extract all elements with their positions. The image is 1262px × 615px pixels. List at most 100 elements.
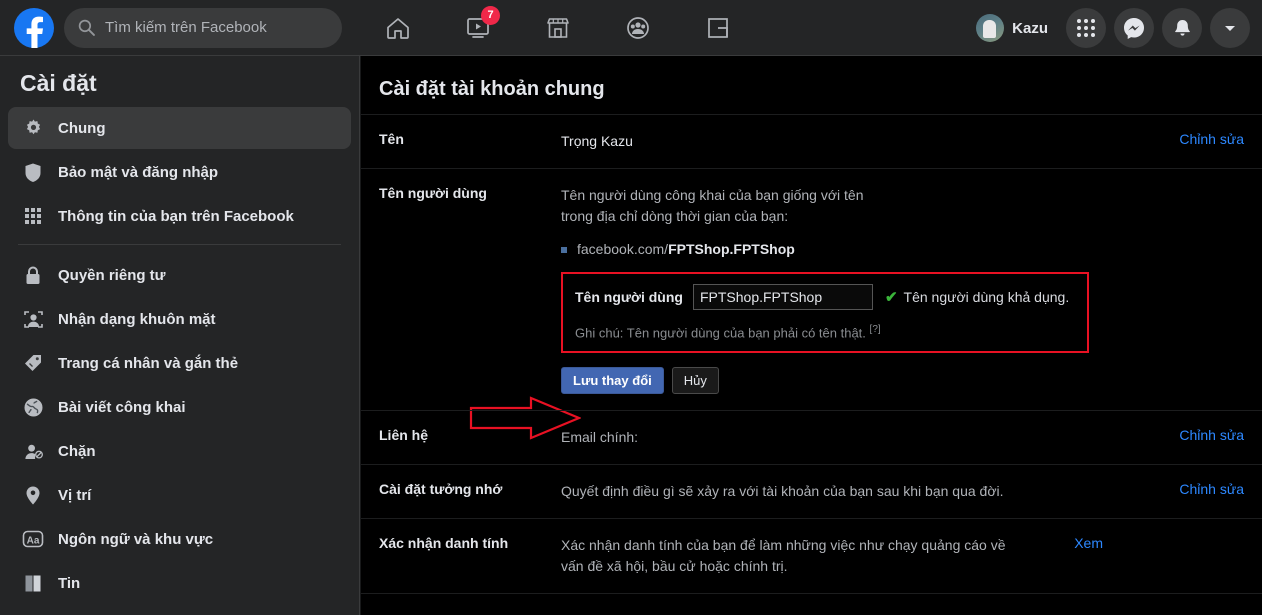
page-title: Cài đặt tài khoản chung — [379, 78, 605, 100]
settings-row-contact[interactable]: Liên hệ Email chính: Chỉnh sửa — [361, 410, 1262, 464]
sidebar-item-chung[interactable]: Chung — [8, 107, 351, 149]
edit-memorial-link[interactable]: Chỉnh sửa — [1179, 481, 1244, 497]
settings-row-name[interactable]: Tên Trọng Kazu Chỉnh sửa — [361, 114, 1262, 168]
gear-icon — [16, 114, 50, 142]
avatar — [976, 14, 1005, 42]
sidebar-label: Nhận dạng khuôn mặt — [58, 310, 216, 328]
nav-marketplace[interactable] — [518, 4, 598, 52]
bell-icon — [1174, 19, 1190, 36]
green-check-icon: ✔ — [884, 288, 898, 306]
sidebar-label: Vị trí — [58, 486, 92, 504]
account-menu-button[interactable] — [1210, 8, 1250, 48]
sidebar-label: Thông tin của bạn trên Facebook — [58, 207, 294, 225]
username-availability-text: Tên người dùng khả dụng. — [903, 288, 1070, 305]
nav-home[interactable] — [358, 4, 438, 52]
main-nav-icons: 7 — [358, 4, 758, 52]
globe-icon — [16, 393, 50, 421]
nav-gaming[interactable] — [678, 4, 758, 52]
sidebar-title: Cài đặt — [20, 70, 97, 96]
svg-text:Aa: Aa — [27, 535, 40, 546]
general-account-settings-panel: Cài đặt tài khoản chung Tên Trọng Kazu C… — [361, 56, 1262, 615]
username-note-text: Ghi chú: Tên người dùng của bạn phải có … — [575, 325, 866, 341]
settings-row-bottom-edge — [361, 593, 1262, 595]
settings-row-identity[interactable]: Xác nhận danh tính Xác nhận danh tính củ… — [361, 518, 1262, 593]
sidebar-item-chan[interactable]: Chặn — [8, 430, 351, 472]
messenger-icon — [1124, 18, 1144, 39]
username-note: Ghi chú: Tên người dùng của bạn phải có … — [575, 319, 1075, 343]
groups-people-icon — [627, 16, 649, 39]
settings-row-memorial[interactable]: Cài đặt tưởng nhớ Quyết định điều gì sẽ … — [361, 464, 1262, 518]
row-label: Tên — [379, 131, 404, 147]
watch-badge-count: 7 — [481, 5, 500, 25]
block-user-icon — [16, 437, 50, 465]
save-changes-button[interactable]: Lưu thay đổi — [561, 367, 664, 395]
shield-icon — [16, 158, 50, 186]
sidebar-item-tin[interactable]: Tin — [8, 562, 351, 604]
sidebar-label: Ngôn ngữ và khu vực — [58, 530, 214, 548]
username-field-label: Tên người dùng — [575, 288, 683, 305]
chevron-down-icon — [1225, 26, 1235, 31]
nav-watch[interactable]: 7 — [438, 4, 518, 52]
row-label: Liên hệ — [379, 427, 429, 444]
row-label: Cài đặt tưởng nhớ — [379, 481, 503, 498]
help-link[interactable]: [?] — [870, 324, 881, 335]
sidebar-label: Trang cá nhân và gắn thẻ — [58, 354, 239, 372]
view-identity-link[interactable]: Xem — [1074, 535, 1103, 551]
cancel-button[interactable]: Hủy — [671, 367, 719, 395]
sidebar-item-ngon-ngu[interactable]: Aa Ngôn ngữ và khu vực — [8, 518, 351, 560]
apps-grid-icon — [1077, 19, 1095, 37]
sidebar-item-vi-tri[interactable]: Vị trí — [8, 474, 351, 516]
username-edit-box: Tên người dùng ✔ Tên người dùng khả dụng… — [561, 272, 1089, 354]
search-placeholder: Tìm kiếm trên Facebook — [105, 19, 267, 36]
tag-icon — [16, 349, 50, 377]
edit-name-link[interactable]: Chỉnh sửa — [1179, 131, 1244, 147]
profile-name: Kazu — [1012, 19, 1048, 37]
sidebar-item-bai-viet-cong-khai[interactable]: Bài viết công khai — [8, 386, 351, 428]
row-value: Email chính: — [561, 429, 639, 446]
grid-dots-icon — [16, 202, 50, 230]
apps-grid-button[interactable] — [1066, 8, 1106, 48]
home-icon — [387, 17, 409, 39]
sidebar-item-quyen-rieng-tu[interactable]: Quyền riêng tư — [8, 254, 351, 296]
sidebar-item-bao-mat[interactable]: Bảo mật và đăng nhập — [8, 151, 351, 193]
username-url-line: facebook.com/FPTShop.FPTShop — [561, 239, 1162, 260]
sidebar-item-nhan-dang-khuon-mat[interactable]: Nhận dạng khuôn mặt — [8, 298, 351, 340]
nav-groups[interactable] — [598, 4, 678, 52]
username-url-prefix: facebook.com/ — [577, 241, 669, 257]
sidebar-item-thong-tin[interactable]: Thông tin của bạn trên Facebook — [8, 195, 351, 237]
row-value: Xác nhận danh tính của bạn để làm những … — [561, 537, 1006, 575]
stories-book-icon — [16, 569, 50, 597]
sidebar-label: Quyền riêng tư — [58, 266, 166, 284]
marketplace-store-icon — [547, 17, 569, 38]
gaming-icon — [708, 17, 728, 38]
username-button-row: Lưu thay đổi Hủy — [561, 367, 1162, 395]
lock-icon — [16, 261, 50, 289]
messenger-button[interactable] — [1114, 8, 1154, 48]
language-aa-icon: Aa — [16, 525, 50, 553]
facebook-logo-icon[interactable] — [14, 7, 54, 48]
location-pin-icon — [16, 481, 50, 509]
face-recognition-icon — [16, 305, 50, 333]
username-description: Tên người dùng công khai của bạn giống v… — [561, 187, 864, 224]
settings-row-username: Tên người dùng Tên người dùng công khai … — [361, 168, 1262, 440]
edit-contact-link[interactable]: Chỉnh sửa — [1179, 427, 1244, 443]
sidebar-divider — [18, 244, 341, 245]
row-value: Quyết định điều gì sẽ xảy ra với tài kho… — [561, 483, 1004, 500]
bullet-square-icon — [561, 246, 567, 253]
row-value: Trọng Kazu — [561, 133, 633, 149]
header-right-controls: Kazu — [974, 0, 1250, 56]
sidebar-label: Chung — [58, 119, 106, 137]
username-url-handle: FPTShop.FPTShop — [668, 241, 795, 257]
notifications-button[interactable] — [1162, 8, 1202, 48]
settings-sidebar: Cài đặt Chung Bảo mật và đăng nhập Thông… — [0, 56, 360, 615]
row-label: Tên người dùng — [379, 185, 487, 201]
sidebar-label: Bảo mật và đăng nhập — [58, 163, 219, 181]
sidebar-label: Bài viết công khai — [58, 398, 186, 416]
search-input[interactable]: Tìm kiếm trên Facebook — [64, 7, 342, 48]
row-label: Xác nhận danh tính — [379, 535, 509, 552]
sidebar-item-trang-ca-nhan[interactable]: Trang cá nhân và gắn thẻ — [8, 342, 351, 384]
profile-chip[interactable]: Kazu — [974, 12, 1058, 44]
username-input[interactable] — [692, 284, 873, 310]
top-navigation-bar: Tìm kiếm trên Facebook 7 Kazu — [0, 0, 1262, 56]
sidebar-label: Chặn — [58, 442, 96, 460]
